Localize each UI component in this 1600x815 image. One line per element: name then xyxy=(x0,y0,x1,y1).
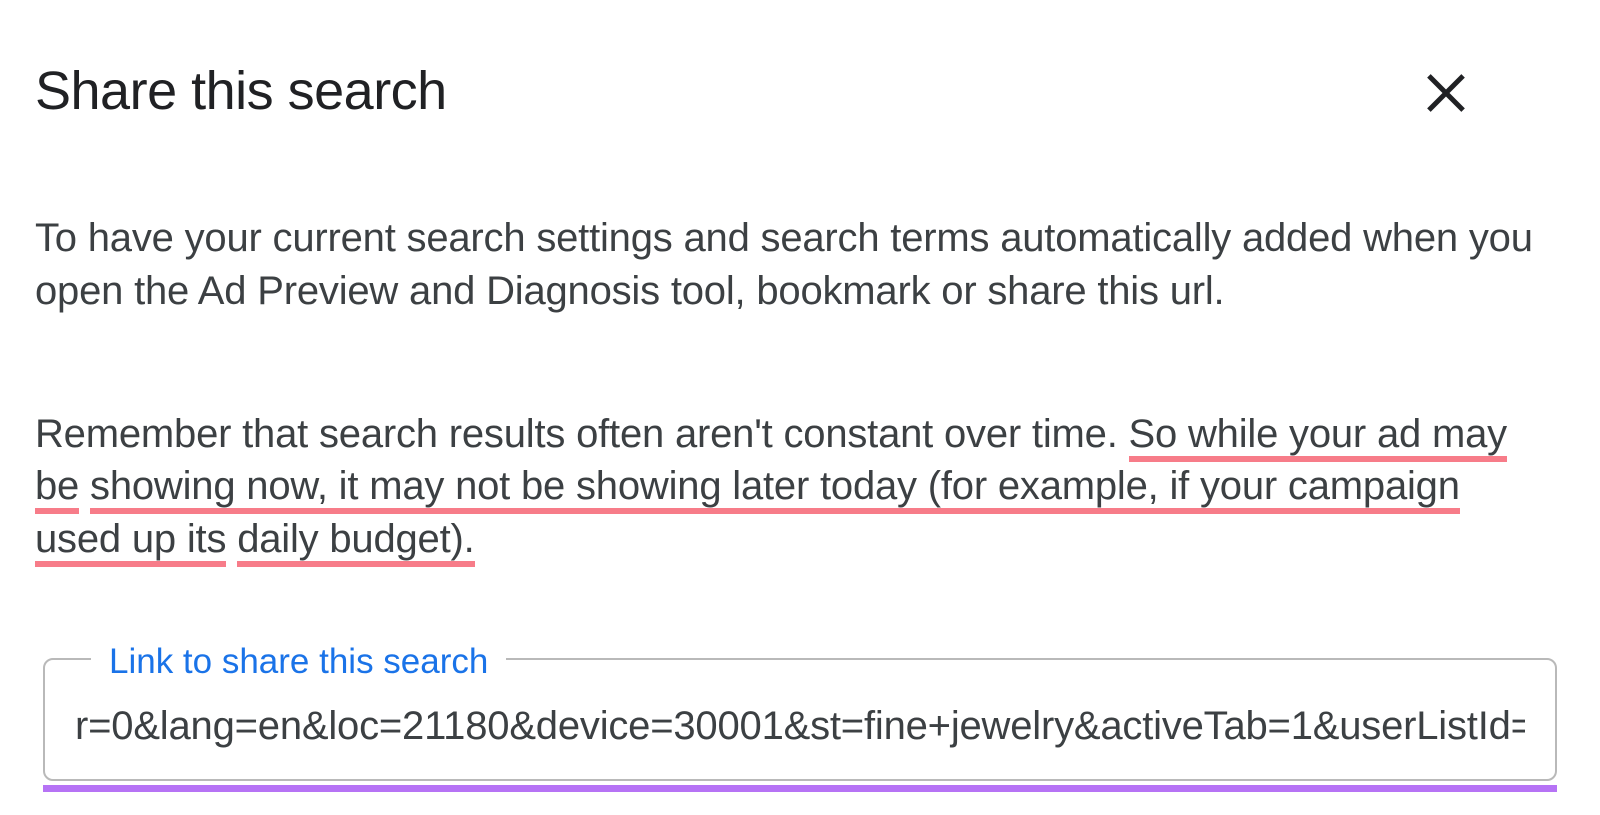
share-link-label: Link to share this search xyxy=(91,642,506,682)
dialog-title: Share this search xyxy=(35,60,447,122)
share-search-dialog: Share this search To have your current s… xyxy=(0,0,1600,815)
dialog-description-1: To have your current search settings and… xyxy=(35,212,1565,318)
annotation-box-underline xyxy=(43,785,1557,792)
dialog-header: Share this search xyxy=(35,60,1565,122)
share-link-value[interactable]: r=0&lang=en&loc=21180&device=30001&st=fi… xyxy=(75,704,1525,749)
share-link-group: Link to share this search r=0&lang=en&lo… xyxy=(43,658,1557,792)
share-link-field[interactable]: Link to share this search r=0&lang=en&lo… xyxy=(43,658,1557,781)
para2-plain: Remember that search results often aren'… xyxy=(35,412,1129,456)
close-button[interactable] xyxy=(1419,66,1473,120)
close-icon xyxy=(1423,70,1469,116)
dialog-description-2: Remember that search results often aren'… xyxy=(35,408,1565,566)
annotation-underline-3: daily budget). xyxy=(237,517,474,567)
